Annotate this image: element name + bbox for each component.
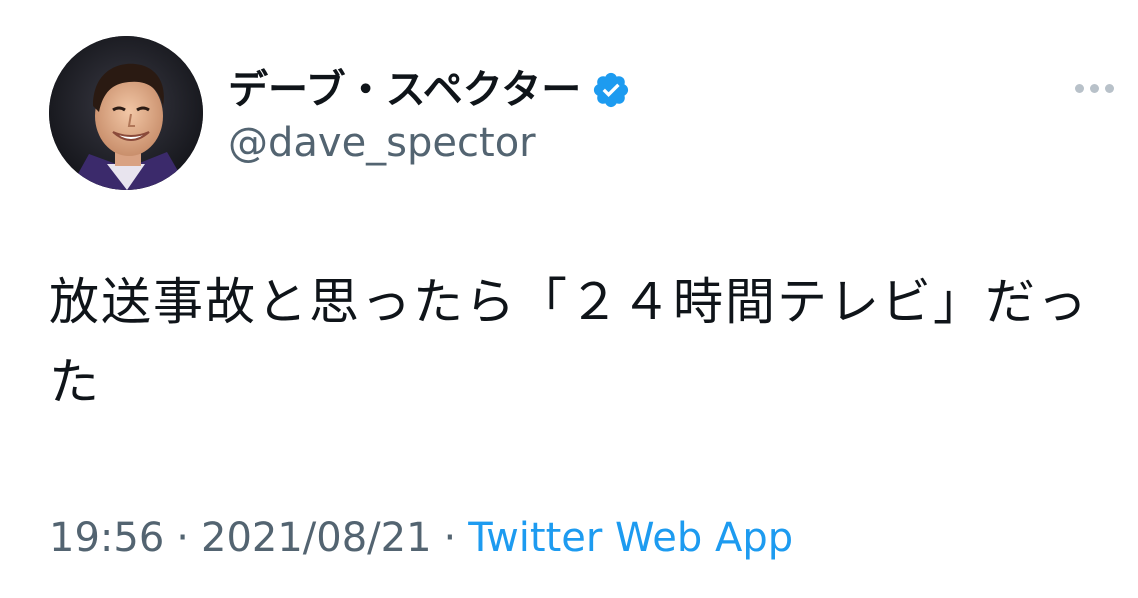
source-link[interactable]: Twitter Web App [468, 515, 793, 561]
more-options-button[interactable] [1064, 70, 1124, 106]
tweet-meta: 19:56 · 2021/08/21 · Twitter Web App [49, 512, 793, 564]
verified-badge-icon [591, 70, 631, 110]
display-name[interactable]: デーブ・スペクター [228, 64, 581, 116]
avatar[interactable] [49, 36, 203, 190]
tweet-card: デーブ・スペクター @dave_spector 放送事故と思ったら「２４時間テレ… [0, 0, 1138, 598]
meta-separator: · [176, 515, 189, 561]
more-horizontal-icon-dot [1104, 83, 1114, 93]
author-name-row: デーブ・スペクター [228, 64, 631, 116]
tweet-date[interactable]: 2021/08/21 [201, 515, 432, 561]
tweet-time[interactable]: 19:56 [49, 515, 164, 561]
author-handle[interactable]: @dave_spector [228, 118, 536, 168]
avatar-image [49, 36, 203, 190]
meta-separator-2: · [443, 515, 457, 561]
more-horizontal-icon-dot [1089, 83, 1099, 93]
more-horizontal-icon [1074, 83, 1084, 93]
tweet-text: 放送事故と思ったら「２４時間テレビ」だった [49, 273, 1089, 411]
